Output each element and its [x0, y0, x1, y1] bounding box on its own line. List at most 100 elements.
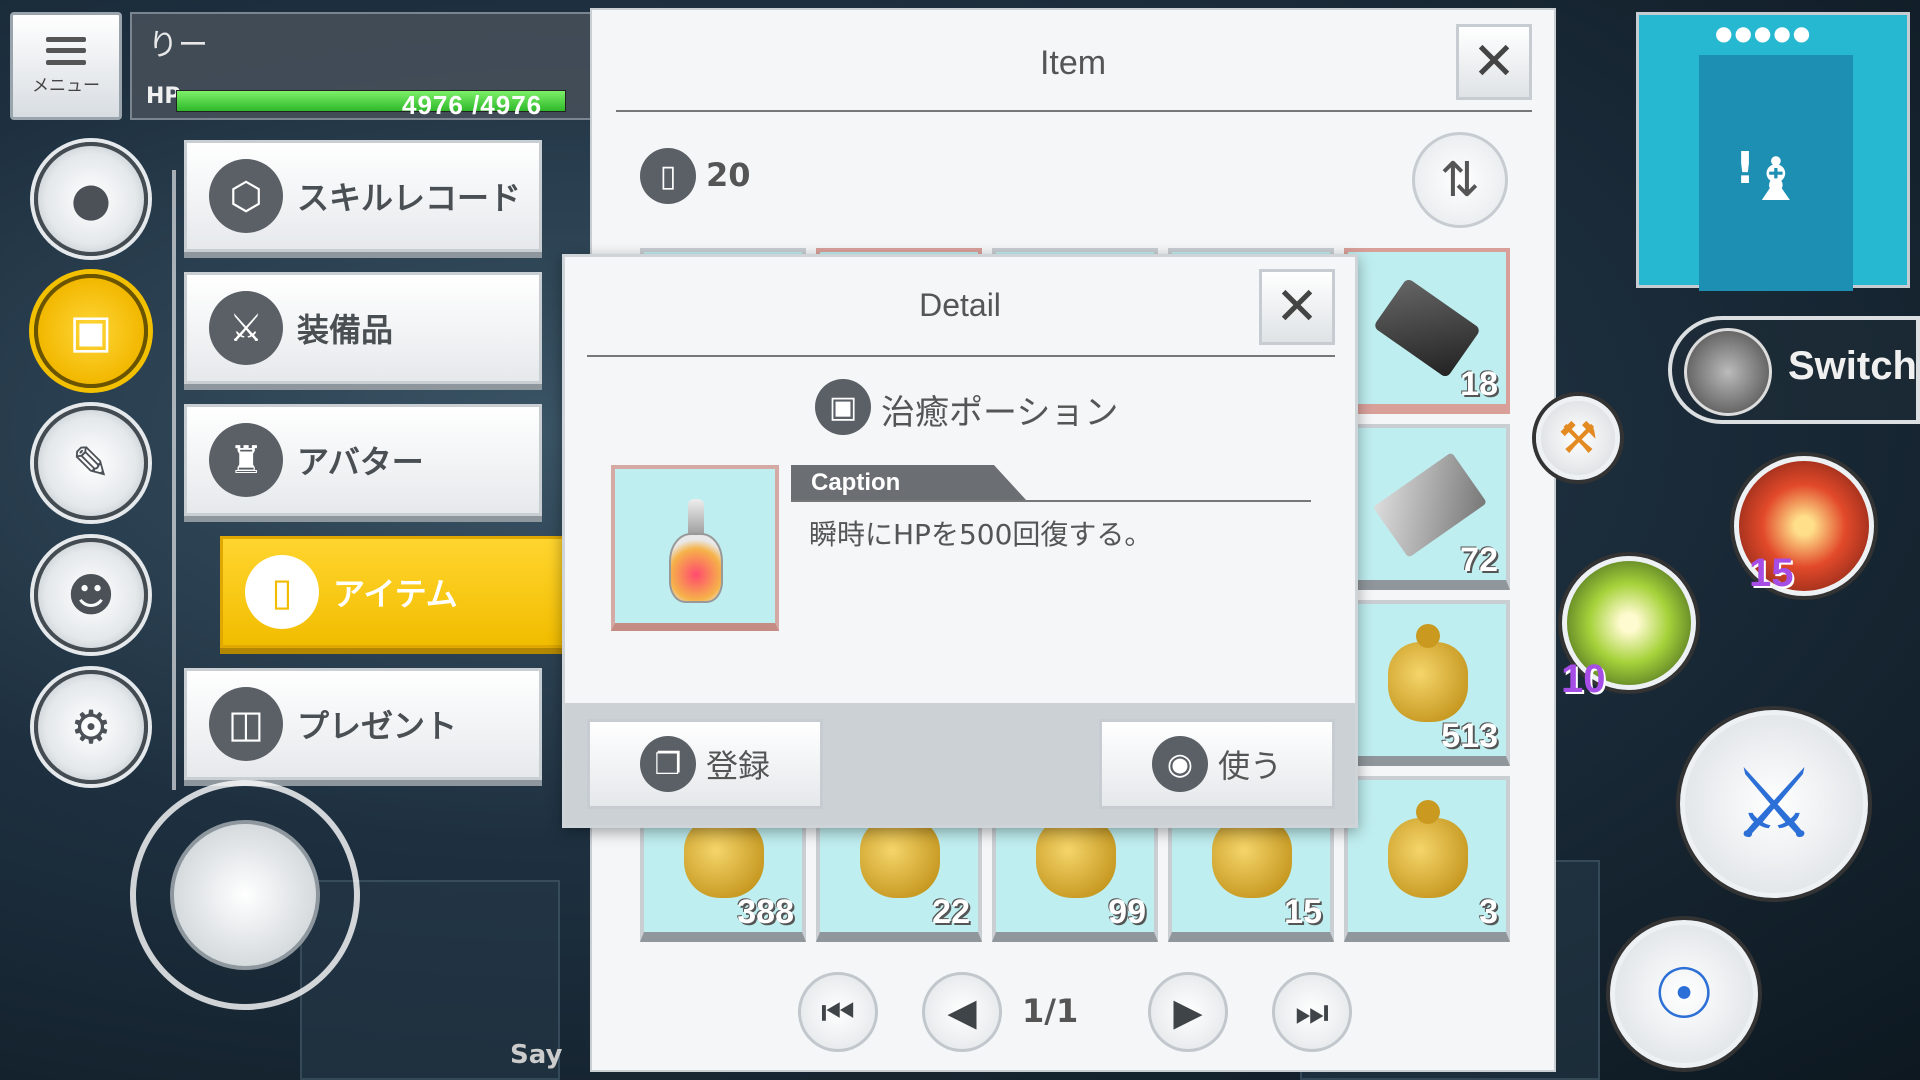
sort-button[interactable]: ⇅	[1412, 132, 1508, 228]
item-quantity: 72	[1460, 541, 1498, 579]
close-icon: ✕	[1472, 32, 1516, 92]
skill-record-icon: ⬡	[209, 159, 283, 233]
skill-button-red[interactable]: 15	[1734, 456, 1874, 596]
gift-icon: ◫	[209, 687, 283, 761]
skip-first-icon: ⏮	[820, 989, 856, 1034]
item-count: 20	[706, 156, 751, 194]
item-quantity: 388	[737, 893, 794, 931]
menu-item-items[interactable]: ▯ アイテム	[220, 536, 580, 648]
axe-icon: ⚒	[1558, 412, 1598, 464]
item-quantity: 18	[1460, 365, 1498, 403]
detail-close-button[interactable]: ✕	[1259, 269, 1335, 345]
friends-icon: ☻	[67, 568, 115, 622]
sword-icon: ⚔	[1730, 748, 1818, 860]
menu-item-label: アバター	[297, 443, 424, 481]
switch-icon	[1684, 328, 1772, 416]
skill-cooldown: 10	[1561, 657, 1606, 701]
next-page-button[interactable]: ▶	[1148, 972, 1228, 1052]
prev-page-button[interactable]: ◀	[922, 972, 1002, 1052]
equipment-icon: ⚔	[209, 291, 283, 365]
skip-last-icon: ⏭	[1294, 989, 1330, 1034]
player-status-bar: りー HP 4976 /4976	[130, 12, 600, 120]
joystick-knob[interactable]	[170, 820, 320, 970]
menu-item-label: プレゼント	[297, 707, 458, 745]
avatar-icon: ♜	[209, 423, 283, 497]
menu-item-label: アイテム	[333, 575, 458, 613]
item-quantity: 99	[1108, 893, 1146, 931]
skill-cooldown: 15	[1749, 551, 1794, 595]
register-button[interactable]: ❐ 登録	[587, 719, 823, 809]
item-slot[interactable]: 72	[1344, 424, 1510, 590]
menu-connector-line	[172, 170, 176, 790]
virtual-joystick[interactable]	[130, 780, 360, 1010]
menu-item-present[interactable]: ◫ プレゼント	[184, 668, 542, 780]
dash-button[interactable]: ☉	[1610, 920, 1758, 1068]
money-bag-icon	[860, 800, 940, 898]
triangle-right-icon: ▶	[1173, 990, 1203, 1034]
settings-button[interactable]: ⚙	[34, 670, 148, 784]
player-name: りー	[148, 28, 208, 63]
item-slot[interactable]: 3	[1344, 776, 1510, 942]
menu-item-label: 装備品	[297, 311, 394, 349]
bag-button[interactable]: ▣	[34, 274, 148, 388]
say-label[interactable]: Say	[510, 1040, 562, 1070]
hp-value: 4976 /4976	[402, 90, 543, 120]
item-slot[interactable]: 18	[1344, 248, 1510, 414]
item-quantity: 3	[1479, 893, 1498, 931]
menu-label: メニュー	[32, 75, 100, 96]
target-icon: ◉	[1151, 736, 1208, 792]
divider	[791, 500, 1311, 502]
attack-button[interactable]: ⚔	[1680, 710, 1868, 898]
money-bag-icon	[1036, 800, 1116, 898]
item-panel-title: Item	[1039, 44, 1107, 82]
potion-icon: ▯	[245, 555, 319, 629]
use-label: 使う	[1217, 747, 1282, 785]
register-label: 登録	[705, 747, 770, 785]
divider	[587, 355, 1335, 357]
switch-button[interactable]: Switch	[1668, 316, 1920, 424]
profile-button[interactable]: ●	[34, 142, 148, 256]
potion-icon	[669, 499, 723, 609]
sort-icon: ⇅	[1439, 152, 1481, 208]
detail-dialog: Detail ✕ ▣ 治癒ポーション Caption 瞬時にHPを500回復する…	[562, 254, 1358, 828]
money-bag-icon	[1388, 624, 1468, 722]
item-quantity: 15	[1284, 893, 1322, 931]
use-button[interactable]: ◉ 使う	[1099, 719, 1335, 809]
menu-item-avatar[interactable]: ♜ アバター	[184, 404, 542, 516]
last-page-button[interactable]: ⏭	[1272, 972, 1352, 1052]
item-slot[interactable]: 513	[1344, 600, 1510, 766]
npc-icon: ♝	[1749, 145, 1803, 215]
bag-icon: ▣	[815, 379, 871, 435]
detail-footer: ❐ 登録 ◉ 使う	[565, 703, 1355, 825]
pager: ⏮ ◀ 1/1 ▶ ⏭	[592, 972, 1554, 1052]
menu-item-equipment[interactable]: ⚔ 装備品	[184, 272, 542, 384]
skill-button-green[interactable]: 10	[1561, 556, 1696, 701]
register-icon: ❐	[639, 736, 696, 792]
money-bag-icon	[684, 800, 764, 898]
menu-button[interactable]: メニュー	[10, 12, 122, 120]
item-preview	[611, 465, 779, 631]
page-indicator: 1/1	[1022, 992, 1079, 1030]
bag-icon: ▣	[69, 304, 113, 358]
minimap-dots: ●●●●●	[1715, 21, 1813, 45]
item-close-button[interactable]: ✕	[1456, 24, 1532, 100]
minimap[interactable]: ●●●●● ! ♝	[1636, 12, 1910, 291]
ingot-icon	[1372, 277, 1482, 379]
notebook-icon: ✎	[71, 436, 111, 490]
first-page-button[interactable]: ⏮	[798, 972, 878, 1052]
weapon-switch-button[interactable]: ⚒	[1536, 396, 1620, 480]
caption-label: Caption	[791, 465, 1027, 501]
friends-button[interactable]: ☻	[34, 538, 148, 652]
item-quantity: 513	[1441, 717, 1498, 755]
quest-button[interactable]: ✎	[34, 406, 148, 520]
item-name: 治癒ポーション	[881, 393, 1119, 433]
hamburger-icon	[46, 36, 86, 65]
switch-label: Switch	[1788, 344, 1917, 388]
money-bag-icon	[1388, 800, 1468, 898]
detail-title: Detail	[919, 287, 1001, 323]
caption-text: 瞬時にHPを500回復する。	[809, 518, 1153, 551]
close-icon: ✕	[1275, 277, 1319, 337]
divider	[616, 110, 1532, 112]
item-quantity: 22	[932, 893, 970, 931]
menu-item-skill-record[interactable]: ⬡ スキルレコード	[184, 140, 542, 252]
